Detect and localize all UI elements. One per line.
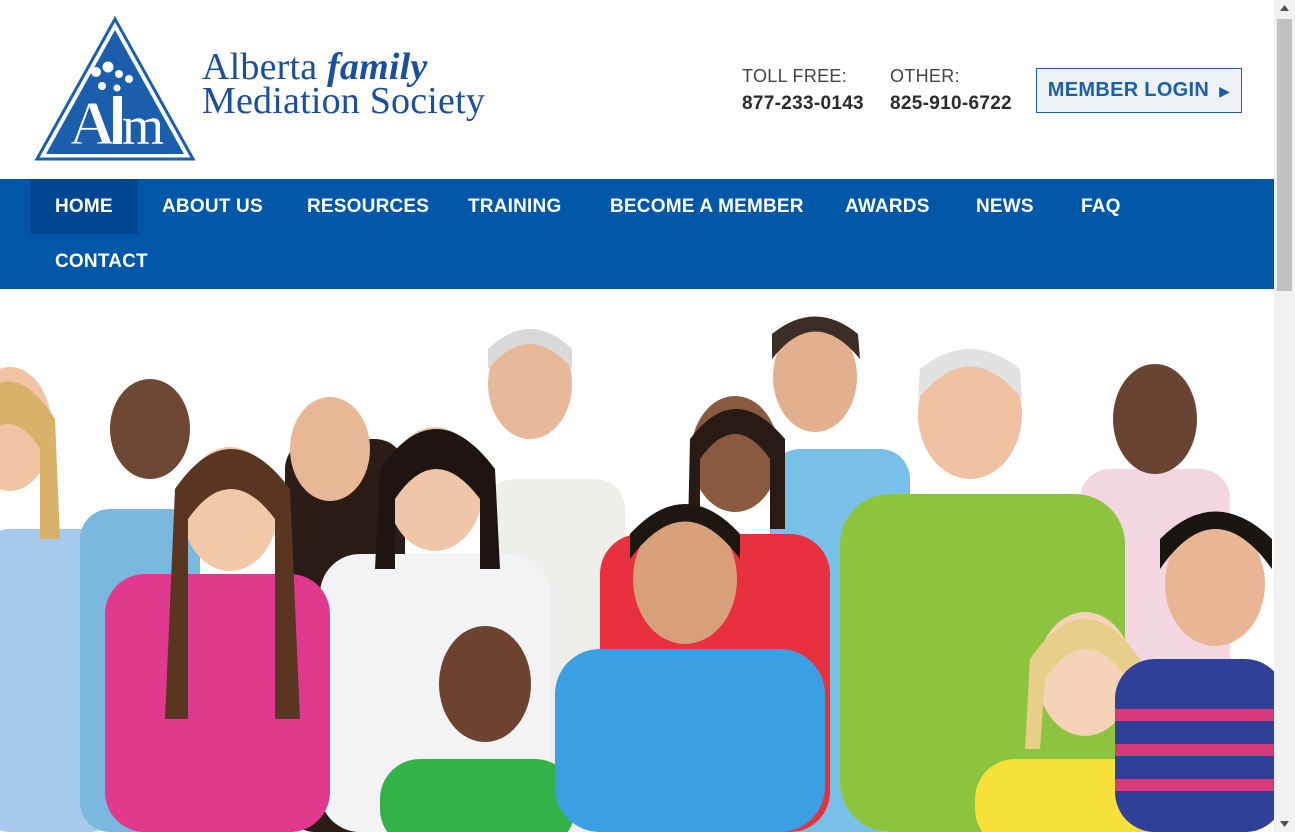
site-name: Alberta family Mediation Society	[202, 48, 486, 122]
nav-item-awards[interactable]: AWARDS	[820, 179, 955, 234]
member-login-label: MEMBER LOGIN	[1047, 79, 1210, 101]
toll-free-label: TOLL FREE:	[742, 66, 848, 86]
member-login-button[interactable]: MEMBER LOGIN ▶	[1036, 68, 1242, 113]
other-label: OTHER:	[890, 66, 960, 86]
nav-item-resources[interactable]: RESOURCES	[282, 179, 454, 234]
other-contact: OTHER: 825-910-6722	[890, 66, 1012, 115]
site-name-line2: Mediation Society	[202, 80, 486, 122]
group-photo-illustration	[0, 289, 1274, 832]
nav-item-become-a-member[interactable]: BECOME A MEMBER	[585, 179, 829, 234]
play-arrow-icon: ▶	[1219, 82, 1231, 99]
nav-item-contact[interactable]: CONTACT	[30, 234, 173, 289]
nav-item-home[interactable]: HOME	[30, 179, 138, 234]
nav-item-news[interactable]: NEWS	[951, 179, 1059, 234]
toll-free-number[interactable]: 877-233-0143	[742, 93, 864, 115]
svg-text:m: m	[122, 96, 164, 156]
nav-item-about-us[interactable]: ABOUT US	[137, 179, 288, 234]
scrollbar-thumb[interactable]	[1277, 19, 1292, 291]
nav-item-faq[interactable]: FAQ	[1056, 179, 1146, 234]
page: A m Alberta family Mediation Society TOL…	[0, 0, 1274, 832]
nav-item-training[interactable]: TRAINING	[443, 179, 586, 234]
site-logo[interactable]: A m Alberta family Mediation Society	[34, 16, 524, 164]
other-number[interactable]: 825-910-6722	[890, 93, 1012, 115]
main-nav: HOME ABOUT US RESOURCES TRAINING BECOME …	[0, 179, 1274, 289]
afm-logo-icon: A m	[34, 16, 196, 161]
hero-image	[0, 289, 1274, 832]
scroll-up-icon[interactable]	[1274, 0, 1295, 17]
site-header: A m Alberta family Mediation Society TOL…	[0, 0, 1274, 179]
toll-free-contact: TOLL FREE: 877-233-0143	[742, 66, 864, 115]
svg-text:A: A	[70, 90, 115, 158]
scroll-down-icon[interactable]	[1274, 815, 1295, 832]
vertical-scrollbar[interactable]	[1274, 0, 1295, 832]
